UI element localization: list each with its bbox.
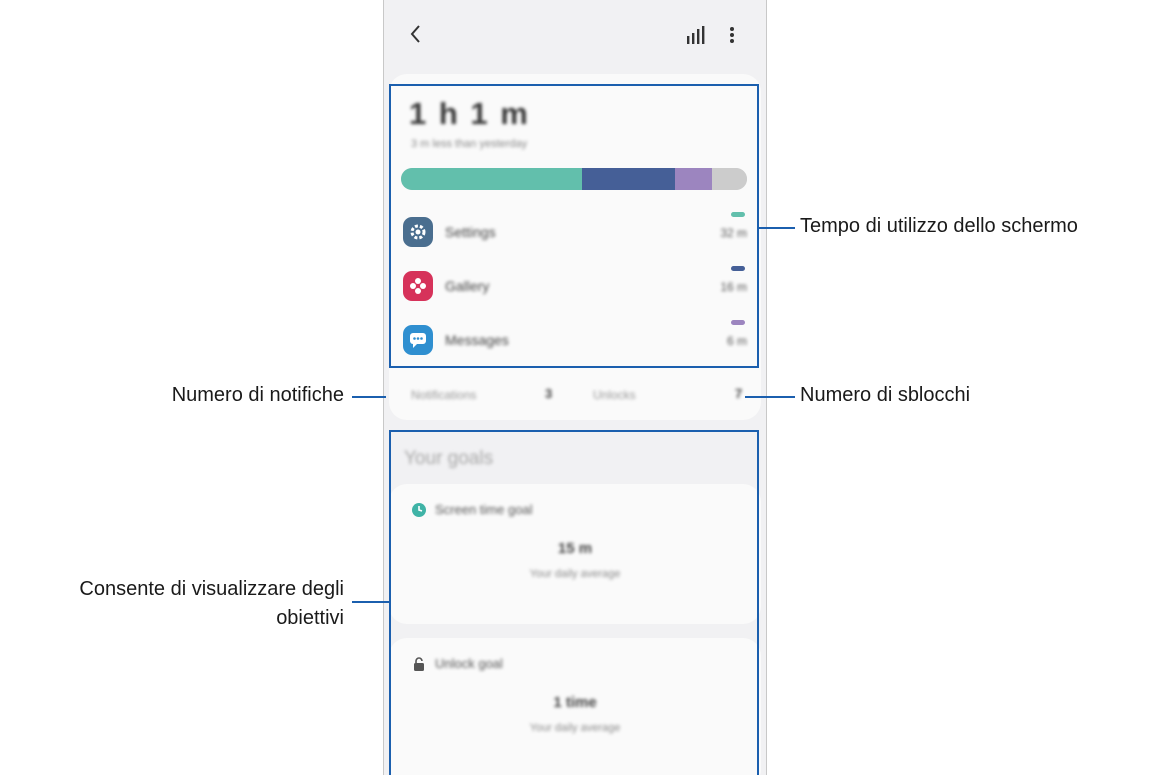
goals-leader-line [352, 601, 389, 603]
notifications-leader-line [352, 396, 386, 398]
screen-time-leader-line [759, 227, 795, 229]
goals-highlight-box [389, 430, 759, 775]
notifications-count: 3 [545, 386, 553, 401]
notifications-label: Notifications [411, 388, 477, 402]
bar-chart-icon [687, 26, 705, 44]
unlocks-count: 7 [735, 386, 743, 401]
stats-row: Notifications 3 Unlocks 7 [389, 374, 766, 414]
chart-button[interactable] [684, 24, 706, 46]
screen-time-highlight-box [389, 84, 759, 368]
more-options-button[interactable] [726, 24, 738, 46]
goals-callout-line1: Consente di visualizzare degli [79, 578, 344, 600]
screen-time-callout: Tempo di utilizzo dello schermo [800, 215, 1078, 237]
chevron-left-icon [410, 25, 420, 43]
goals-callout-line2: obiettivi [276, 607, 344, 629]
unlocks-callout: Numero di sblocchi [800, 384, 971, 406]
back-button[interactable] [404, 20, 428, 48]
unlocks-label: Unlocks [593, 388, 636, 402]
more-vert-icon [730, 27, 734, 43]
unlocks-leader-line [745, 396, 795, 398]
notifications-callout: Numero di notifiche [171, 384, 344, 406]
top-app-bar [384, 0, 766, 70]
